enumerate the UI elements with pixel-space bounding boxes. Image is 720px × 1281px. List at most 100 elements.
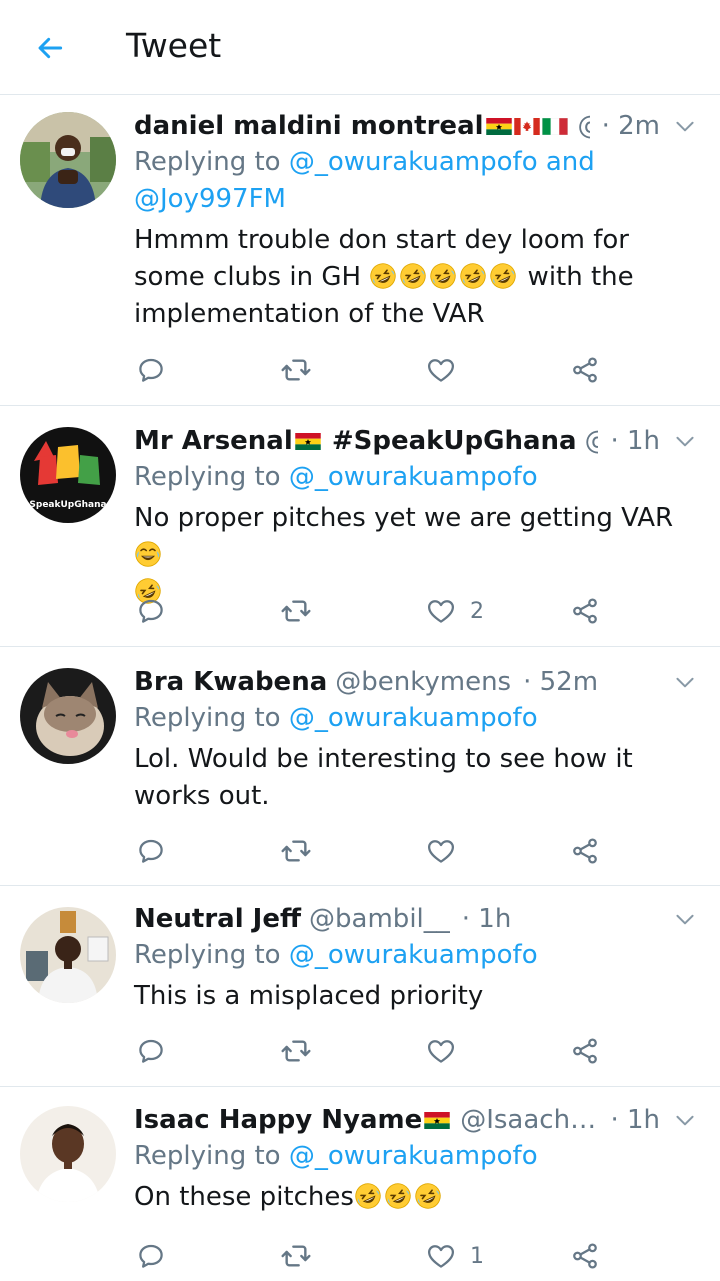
reply-icon: [136, 1036, 166, 1066]
retweet-icon: [280, 354, 312, 386]
timestamp[interactable]: · 2m: [602, 111, 660, 141]
share-button[interactable]: [570, 1236, 600, 1276]
reply-tweet[interactable]: Bra Kwabena @benkymens · 52m Replying to…: [0, 648, 720, 886]
heart-icon: [426, 596, 456, 626]
rofl-emoji-icon: [384, 1182, 412, 1210]
like-button[interactable]: [426, 831, 470, 871]
chevron-down-icon: [672, 906, 698, 932]
display-name[interactable]: Bra Kwabena: [134, 667, 327, 697]
ghana-flag-icon: [295, 433, 321, 450]
handle[interactable]: @bambil__: [309, 904, 450, 934]
handle[interactable]: @...: [578, 111, 590, 141]
like-button[interactable]: 1: [426, 1236, 484, 1276]
share-icon: [570, 355, 600, 385]
italy-flag-icon: [542, 118, 568, 135]
retweet-button[interactable]: [280, 350, 312, 390]
avatar[interactable]: SpeakUpGhana: [20, 427, 116, 523]
reply-button[interactable]: [136, 1236, 166, 1276]
replying-to: Replying to @_owurakuampofo: [134, 1138, 700, 1175]
share-button[interactable]: [570, 350, 600, 390]
share-icon: [570, 1241, 600, 1271]
avatar[interactable]: [20, 907, 116, 1003]
tweet-actions: 2: [134, 591, 614, 631]
like-button[interactable]: [426, 350, 470, 390]
reply-icon: [136, 596, 166, 626]
flag-emojis: [424, 1112, 452, 1129]
replying-to: Replying to @_owurakuampofo: [134, 700, 700, 737]
like-button[interactable]: 2: [426, 591, 484, 631]
reply-tweet[interactable]: Neutral Jeff @bambil__ · 1h Replying to …: [0, 887, 720, 1087]
avatar[interactable]: [20, 1106, 116, 1202]
more-options-button[interactable]: [670, 1105, 700, 1135]
more-options-button[interactable]: [670, 111, 700, 141]
handle[interactable]: @mi...: [585, 426, 599, 456]
replying-to: Replying to @_owurakuampofo: [134, 937, 700, 974]
replying-to-label: Replying to: [134, 940, 289, 970]
share-icon: [570, 596, 600, 626]
avatar-text: SpeakUpGhana: [29, 500, 106, 510]
share-icon: [570, 1036, 600, 1066]
flag-emojis: [295, 433, 323, 450]
share-button[interactable]: [570, 831, 600, 871]
retweet-button[interactable]: [280, 591, 312, 631]
retweet-icon: [280, 1035, 312, 1067]
timestamp[interactable]: · 52m: [523, 667, 598, 697]
replying-to-label: Replying to: [134, 703, 289, 733]
rofl-emoji-icon: [369, 262, 397, 290]
display-name[interactable]: daniel maldini montreal: [134, 111, 484, 141]
mention-link[interactable]: @_owurakuampofo: [289, 940, 538, 970]
display-name[interactable]: Mr Arsenal: [134, 426, 293, 456]
tweet-text: On these pitches: [134, 1179, 700, 1216]
rofl-emoji-icon: [489, 262, 517, 290]
retweet-button[interactable]: [280, 831, 312, 871]
timestamp[interactable]: · 1h: [610, 1105, 660, 1135]
rofl-emoji-icon: [429, 262, 457, 290]
retweet-button[interactable]: [280, 1236, 312, 1276]
mention-link[interactable]: @_owurakuampofo: [289, 1141, 538, 1171]
timestamp[interactable]: · 1h: [610, 426, 660, 456]
flag-emojis: [486, 118, 570, 135]
share-button[interactable]: [570, 1031, 600, 1071]
rofl-emoji-icon: [399, 262, 427, 290]
retweet-icon: [280, 835, 312, 867]
reply-tweet[interactable]: SpeakUpGhana Mr Arsenal #SpeakUpGhana @m…: [0, 407, 720, 647]
tweet-text: Hmmm trouble don start dey loom for some…: [134, 222, 700, 333]
heart-icon: [426, 1241, 456, 1271]
reply-button[interactable]: [136, 591, 166, 631]
canada-flag-icon: [514, 118, 540, 135]
share-icon: [570, 836, 600, 866]
like-button[interactable]: [426, 1031, 470, 1071]
mention-link[interactable]: @_owurakuampofo: [289, 703, 538, 733]
replying-to-label: Replying to: [134, 147, 289, 177]
timestamp[interactable]: · 1h: [462, 904, 512, 934]
tweet-actions: [134, 831, 614, 871]
replying-to-label: Replying to: [134, 1141, 289, 1171]
more-options-button[interactable]: [670, 667, 700, 697]
tweet-text-part: On these pitches: [134, 1182, 354, 1212]
more-options-button[interactable]: [670, 904, 700, 934]
handle[interactable]: @Isaachappy...: [460, 1105, 598, 1135]
reply-tweet[interactable]: daniel maldini montreal @... · 2m Replyi…: [0, 96, 720, 406]
chevron-down-icon: [672, 669, 698, 695]
back-button[interactable]: [30, 28, 70, 68]
heart-icon: [426, 1036, 456, 1066]
page-title: Tweet: [126, 26, 222, 65]
heart-icon: [426, 836, 456, 866]
reply-button[interactable]: [136, 1031, 166, 1071]
display-name[interactable]: Neutral Jeff: [134, 904, 301, 934]
retweet-icon: [280, 595, 312, 627]
avatar[interactable]: [20, 112, 116, 208]
reply-button[interactable]: [136, 350, 166, 390]
share-button[interactable]: [570, 591, 600, 631]
like-count: 1: [470, 1243, 484, 1269]
rofl-emoji-icon: [459, 262, 487, 290]
rofl-emoji-icon: [354, 1182, 382, 1210]
retweet-button[interactable]: [280, 1031, 312, 1071]
reply-button[interactable]: [136, 831, 166, 871]
display-name[interactable]: Isaac Happy Nyame: [134, 1105, 422, 1135]
reply-tweet[interactable]: Isaac Happy Nyame @Isaachappy... · 1h Re…: [0, 1088, 720, 1281]
mention-link[interactable]: @_owurakuampofo: [289, 462, 538, 492]
handle[interactable]: @benkymens: [335, 667, 511, 697]
avatar[interactable]: [20, 668, 116, 764]
more-options-button[interactable]: [670, 426, 700, 456]
